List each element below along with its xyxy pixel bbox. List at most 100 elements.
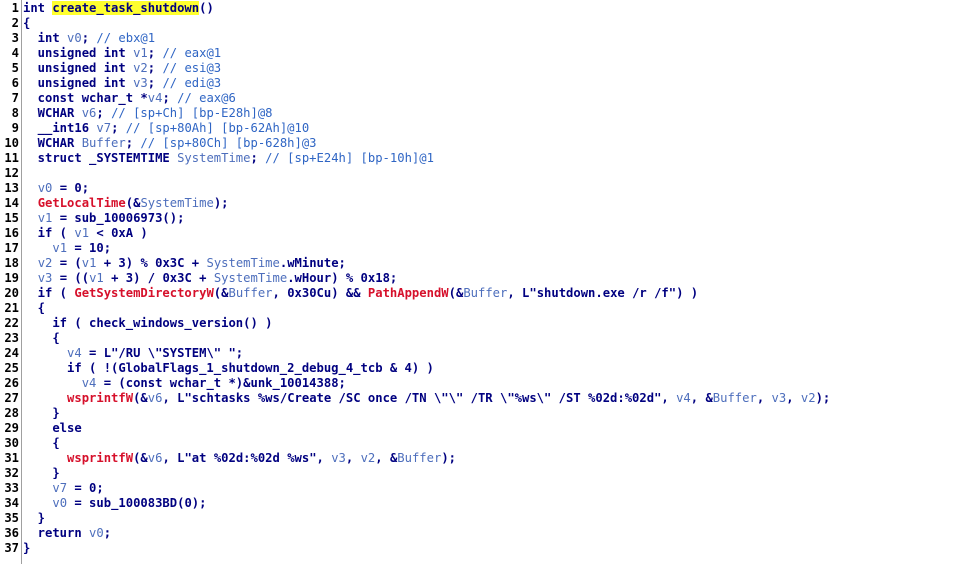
code-line[interactable]: v0 = sub_100083BD(0); <box>23 496 974 511</box>
variable-token[interactable]: Buffer <box>713 391 757 405</box>
variable-token[interactable]: v3 <box>772 391 787 405</box>
variable-token[interactable]: v3 <box>331 451 346 465</box>
variable-token[interactable]: v3 <box>133 76 148 90</box>
code-line[interactable]: if ( check_windows_version() ) <box>23 316 974 331</box>
code-line[interactable]: v4 = L"/RU \"SYSTEM\" "; <box>23 346 974 361</box>
code-line[interactable]: unsigned int v2; // esi@3 <box>23 61 974 76</box>
line-number: 26 <box>4 376 19 390</box>
variable-token[interactable]: v6 <box>148 451 163 465</box>
code-line[interactable]: { <box>23 436 974 451</box>
code-line[interactable]: if ( v1 < 0xA ) <box>23 226 974 241</box>
code-line[interactable]: { <box>23 16 974 31</box>
variable-token[interactable]: Buffer <box>463 286 507 300</box>
variable-token[interactable]: v4 <box>148 91 163 105</box>
code-line[interactable]: const wchar_t *v4; // eax@6 <box>23 91 974 106</box>
api-call-token[interactable]: wsprintfW <box>67 391 133 405</box>
api-call-token[interactable]: GetSystemDirectoryW <box>74 286 213 300</box>
line-number: 23 <box>4 331 19 345</box>
comment-token: // esi@3 <box>162 61 222 75</box>
code-line[interactable]: v7 = 0; <box>23 481 974 496</box>
code-line[interactable]: return v0; <box>23 526 974 541</box>
code-line[interactable]: GetLocalTime(&SystemTime); <box>23 196 974 211</box>
pseudocode-view[interactable]: 1 2 3 4 5 6 7 8 9 10 11 12 13 14 15 16 17 18 19 20 21 22 23 24 2… <box>0 0 974 564</box>
code-line[interactable]: } <box>23 511 974 526</box>
comment-token: // [sp+80Ch] [bp-628h]@3 <box>140 136 317 150</box>
variable-token[interactable]: SystemTime <box>214 271 287 285</box>
api-call-token[interactable]: PathAppendW <box>368 286 449 300</box>
code-line[interactable]: v3 = ((v1 + 3) / 0x3C + SystemTime.wHour… <box>23 271 974 286</box>
code-line[interactable]: unsigned int v1; // eax@1 <box>23 46 974 61</box>
variable-token[interactable]: v0 <box>67 31 82 45</box>
line-number-gutter: 1 2 3 4 5 6 7 8 9 10 11 12 13 14 15 16 17 18 19 20 21 22 23 24 2… <box>0 1 20 556</box>
code-text: < 0xA ) <box>89 226 148 240</box>
code-line[interactable]: unsigned int v3; // edi@3 <box>23 76 974 91</box>
code-line[interactable]: { <box>23 301 974 316</box>
code-text: = sub_10006973(); <box>52 211 185 225</box>
code-line[interactable]: struct _SYSTEMTIME SystemTime; // [sp+E2… <box>23 151 974 166</box>
line-number: 21 <box>4 301 19 315</box>
code-text: ; <box>81 31 97 45</box>
variable-token[interactable]: SystemTime <box>177 151 250 165</box>
variable-token[interactable]: v4 <box>67 346 82 360</box>
variable-token[interactable]: v1 <box>133 46 148 60</box>
variable-token[interactable]: v4 <box>676 391 691 405</box>
code-text: = 0; <box>67 481 104 495</box>
code-text: struct _SYSTEMTIME <box>23 151 178 165</box>
variable-token[interactable]: v0 <box>52 496 67 510</box>
variable-token[interactable]: v3 <box>38 271 53 285</box>
code-line[interactable]: v1 = 10; <box>23 241 974 256</box>
code-line[interactable]: { <box>23 331 974 346</box>
code-line[interactable]: wsprintfW(&v6, L"at %02d:%02d %ws", v3 , … <box>23 451 974 466</box>
variable-token[interactable]: v2 <box>38 256 53 270</box>
variable-token[interactable]: v1 <box>38 211 53 225</box>
code-line[interactable]: __int16 v7; // [sp+80Ah] [bp-62Ah]@10 <box>23 121 974 136</box>
code-area[interactable]: int create_task_shutdown(){ int v0; // e… <box>23 1 974 556</box>
code-line[interactable] <box>23 166 974 181</box>
code-line[interactable]: v0 = 0; <box>23 181 974 196</box>
variable-token[interactable]: v1 <box>52 241 67 255</box>
variable-token[interactable]: v2 <box>801 391 816 405</box>
variable-token[interactable]: SystemTime <box>206 256 279 270</box>
variable-token[interactable]: Buffer <box>397 451 441 465</box>
variable-token[interactable]: v0 <box>38 181 53 195</box>
code-line[interactable]: } <box>23 406 974 421</box>
code-line[interactable]: WCHAR Buffer; // [sp+80Ch] [bp-628h]@3 <box>23 136 974 151</box>
code-text: ; <box>103 526 112 540</box>
variable-token[interactable]: v7 <box>96 121 111 135</box>
code-line[interactable]: if ( !(GlobalFlags_1_shutdown_2_debug_4_… <box>23 361 974 376</box>
code-line[interactable]: v4 = (const wchar_t *)&unk_10014388; <box>23 376 974 391</box>
code-text: = (( <box>52 271 90 285</box>
api-call-token[interactable]: GetLocalTime <box>38 196 126 210</box>
code-line[interactable]: int v0; // ebx@1 <box>23 31 974 46</box>
code-text: , L"schtasks %ws/Create /SC once /TN \"\… <box>162 391 677 405</box>
variable-token[interactable]: v0 <box>89 526 104 540</box>
variable-token[interactable]: v2 <box>361 451 376 465</box>
code-line[interactable]: wsprintfW(&v6, L"schtasks %ws/Create /SC… <box>23 391 974 406</box>
variable-token[interactable]: v1 <box>82 256 97 270</box>
variable-token[interactable]: v6 <box>148 391 163 405</box>
api-call-token[interactable]: wsprintfW <box>67 451 133 465</box>
code-line[interactable]: int create_task_shutdown() <box>23 1 974 16</box>
code-text: + 3) / 0x3C + <box>103 271 214 285</box>
code-line[interactable]: v2 = (v1 + 3) % 0x3C + SystemTime.wMinut… <box>23 256 974 271</box>
variable-token[interactable]: SystemTime <box>140 196 213 210</box>
variable-token[interactable]: v1 <box>89 271 104 285</box>
variable-token[interactable]: v7 <box>52 481 67 495</box>
code-text: ; <box>250 151 266 165</box>
code-line[interactable]: if ( GetSystemDirectoryW(&Buffer, 0x30Cu… <box>23 286 974 301</box>
code-text: , & <box>690 391 713 405</box>
code-line[interactable]: } <box>23 466 974 481</box>
code-line[interactable]: WCHAR v6; // [sp+Ch] [bp-E28h]@8 <box>23 106 974 121</box>
variable-token[interactable]: v4 <box>82 376 97 390</box>
variable-token[interactable]: v6 <box>82 106 97 120</box>
code-text: { <box>23 436 60 450</box>
variable-token[interactable]: v1 <box>74 226 89 240</box>
variable-token[interactable]: Buffer <box>82 136 126 150</box>
code-line[interactable]: v1 = sub_10006973(); <box>23 211 974 226</box>
variable-token[interactable]: v2 <box>133 61 148 75</box>
variable-token[interactable]: Buffer <box>228 286 272 300</box>
highlighted-function-name[interactable]: create_task_shutdown <box>52 1 200 15</box>
code-line[interactable]: } <box>23 541 974 556</box>
line-number: 28 <box>4 406 19 420</box>
code-line[interactable]: else <box>23 421 974 436</box>
